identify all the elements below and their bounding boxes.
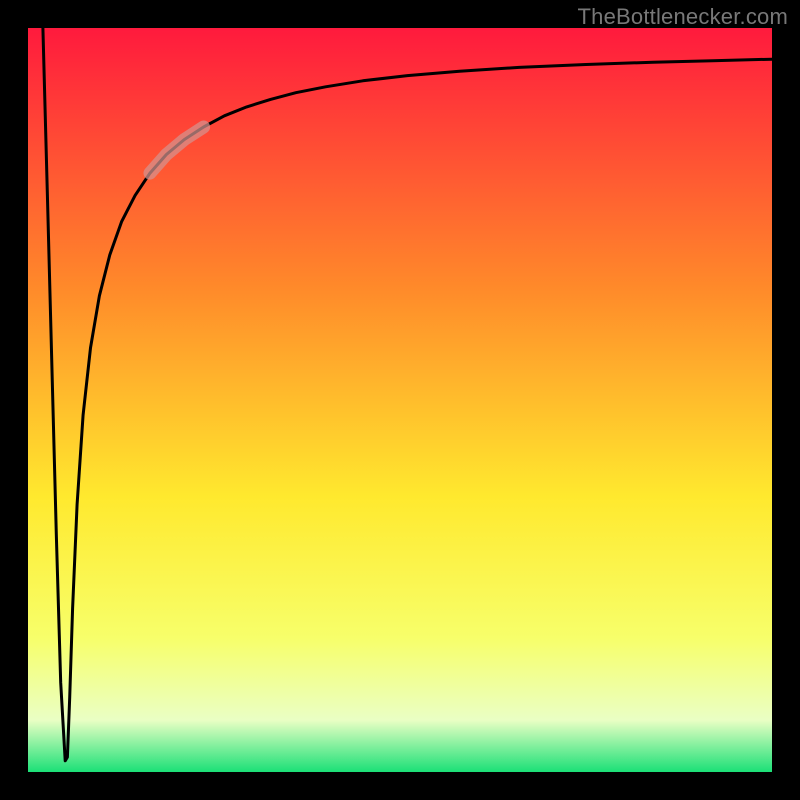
gradient-background [28, 28, 772, 772]
plot-svg [28, 28, 772, 772]
attribution-label: TheBottlenecker.com [578, 4, 788, 30]
chart-container: TheBottlenecker.com [0, 0, 800, 800]
plot-area [28, 28, 772, 772]
